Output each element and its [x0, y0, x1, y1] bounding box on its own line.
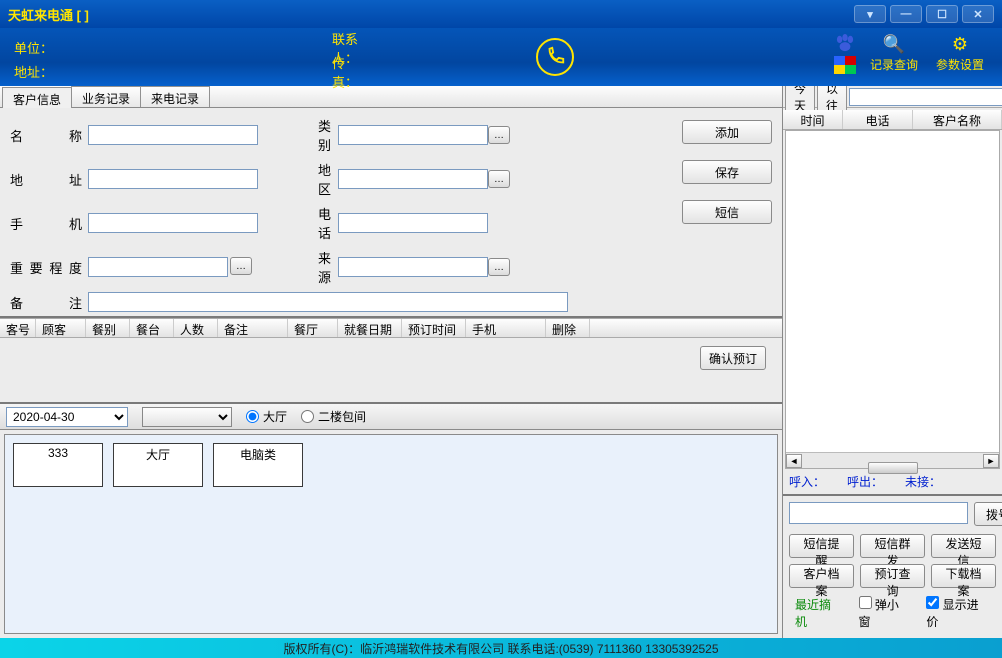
- add-button[interactable]: 添加: [682, 120, 772, 144]
- input-remark[interactable]: [88, 292, 568, 312]
- input-category[interactable]: [338, 125, 488, 145]
- input-phone[interactable]: [338, 213, 488, 233]
- settings-button[interactable]: ⚙ 参数设置: [930, 34, 990, 73]
- sms-mass-button[interactable]: 短信群发: [860, 534, 925, 558]
- records-query-button[interactable]: 🔍 记录查询: [864, 34, 924, 73]
- label-region: 地 区: [318, 160, 338, 198]
- fax-label: 传 真：: [332, 53, 358, 91]
- gear-icon: ⚙: [952, 34, 968, 56]
- tab-customer-info[interactable]: 客户信息: [2, 87, 72, 108]
- call-in-label: 呼入：: [789, 473, 825, 490]
- right-search-input[interactable]: [849, 88, 1002, 106]
- google-icon[interactable]: [834, 56, 854, 76]
- lookup-importance[interactable]: …: [230, 257, 252, 275]
- booking-table-body: 确认预订: [0, 338, 782, 404]
- seat-card[interactable]: 大厅: [113, 443, 203, 487]
- lookup-region[interactable]: …: [488, 170, 510, 188]
- scroll-left-icon[interactable]: ◄: [786, 454, 802, 468]
- address-label: 地址：: [14, 62, 58, 81]
- label-address: 地 址: [10, 170, 88, 189]
- input-importance[interactable]: [88, 257, 228, 277]
- dropdown-button[interactable]: ▾: [854, 5, 886, 23]
- recent-offhook-label: 最近摘机: [795, 596, 843, 630]
- lookup-source[interactable]: …: [488, 258, 510, 276]
- label-category: 类 别: [318, 116, 338, 154]
- customer-file-button[interactable]: 客户档案: [789, 564, 854, 588]
- missed-label: 未接：: [905, 473, 941, 490]
- unit-label: 单位：: [14, 38, 58, 57]
- dial-input[interactable]: [789, 502, 968, 524]
- label-name: 名 称: [10, 126, 88, 145]
- radio-hall[interactable]: 大厅: [246, 408, 287, 425]
- tab-biz-log[interactable]: 业务记录: [71, 86, 141, 107]
- label-mobile: 手 机: [10, 214, 88, 233]
- input-name[interactable]: [88, 125, 258, 145]
- booking-table-header: 客号 顾客 餐别 餐台 人数 备注 餐厅 就餐日期 预订时间 手机 删除: [0, 318, 782, 338]
- sms-remind-button[interactable]: 短信提醒: [789, 534, 854, 558]
- right-tabs: 今天 以往 查询: [783, 86, 1002, 108]
- dial-button[interactable]: 拨号: [974, 502, 1002, 526]
- mid-toolbar: 2020-04-30 大厅 二楼包间: [0, 404, 782, 430]
- window-title: 天虹来电通 [ ]: [8, 5, 850, 24]
- sms-send-button[interactable]: 发送短信: [931, 534, 996, 558]
- confirm-booking-button[interactable]: 确认预订: [700, 346, 766, 370]
- baidu-icon[interactable]: [834, 34, 854, 54]
- label-phone: 电 话: [318, 204, 338, 242]
- seat-card[interactable]: 电脑类: [213, 443, 303, 487]
- show-price-checkbox[interactable]: 显示进价: [926, 596, 990, 630]
- copyright-text: 版权所有(C)：临沂鸿瑞软件技术有限公司 联系电话:(0539) 7111360…: [283, 640, 718, 657]
- header-band: 单位： 联系人： 地址： 传 真： 🔍 记录查询 ⚙ 参数设置: [0, 28, 1002, 86]
- customer-form: 名 称 类 别 … 地 址 地 区 … 手: [0, 108, 782, 318]
- date-select[interactable]: 2020-04-30: [6, 407, 128, 427]
- seat-card[interactable]: 333: [13, 443, 103, 487]
- radio-room[interactable]: 二楼包间: [301, 408, 366, 425]
- seating-area: 333 大厅 电脑类: [4, 434, 778, 634]
- lookup-category[interactable]: …: [488, 126, 510, 144]
- close-button[interactable]: ✕: [962, 5, 994, 23]
- dial-panel: 拨号 短信提醒 短信群发 发送短信 客户档案 预订查询 下载档案 最近摘机 弹小…: [783, 494, 1002, 638]
- label-remark: 备 注: [10, 293, 88, 312]
- scroll-thumb[interactable]: [868, 462, 918, 474]
- left-tabs: 客户信息 业务记录 来电记录: [0, 86, 782, 108]
- download-file-button[interactable]: 下载档案: [931, 564, 996, 588]
- tab-call-log[interactable]: 来电记录: [140, 86, 210, 107]
- label-importance: 重要程度: [10, 258, 88, 277]
- popup-checkbox[interactable]: 弹小窗: [859, 596, 911, 630]
- sms-button[interactable]: 短信: [682, 200, 772, 224]
- right-table-header: 时间 电话 客户名称: [783, 110, 1002, 130]
- right-table-body: ◄ ►: [785, 130, 1000, 469]
- input-mobile[interactable]: [88, 213, 258, 233]
- scroll-right-icon[interactable]: ►: [983, 454, 999, 468]
- room-combo[interactable]: [142, 407, 232, 427]
- maximize-button[interactable]: ☐: [926, 5, 958, 23]
- horizontal-scrollbar[interactable]: ◄ ►: [786, 452, 999, 468]
- booking-query-button[interactable]: 预订查询: [860, 564, 925, 588]
- input-source[interactable]: [338, 257, 488, 277]
- minimize-button[interactable]: —: [890, 5, 922, 23]
- search-icon: 🔍: [883, 34, 905, 56]
- save-button[interactable]: 保存: [682, 160, 772, 184]
- input-region[interactable]: [338, 169, 488, 189]
- phone-icon[interactable]: [536, 38, 574, 76]
- input-address[interactable]: [88, 169, 258, 189]
- title-bar: 天虹来电通 [ ] ▾ — ☐ ✕: [0, 0, 1002, 28]
- footer-bar: 版权所有(C)：临沂鸿瑞软件技术有限公司 联系电话:(0539) 7111360…: [0, 638, 1002, 658]
- label-source: 来 源: [318, 248, 338, 286]
- call-out-label: 呼出：: [847, 473, 883, 490]
